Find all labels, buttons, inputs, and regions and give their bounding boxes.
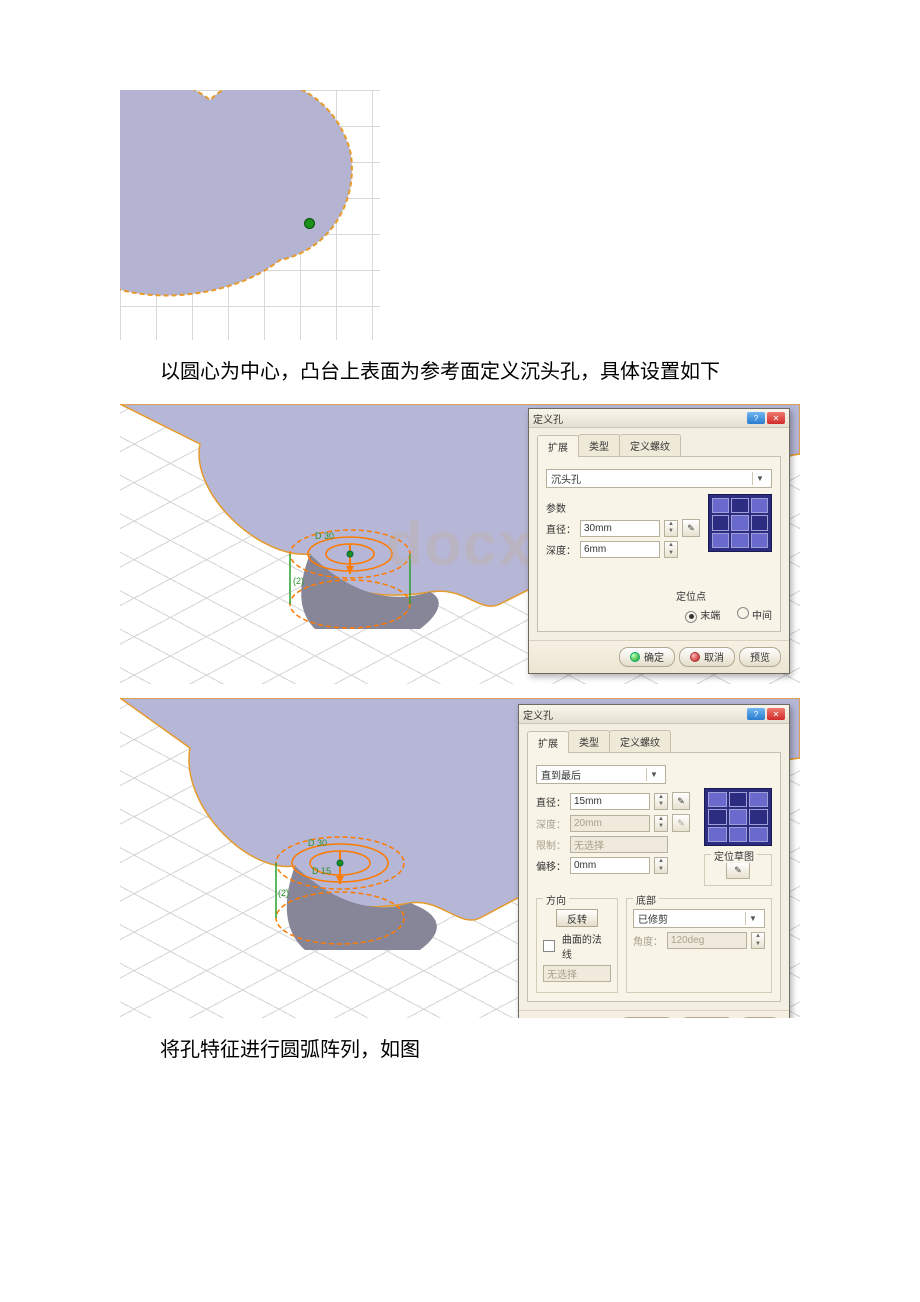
- bottom-group-label: 底部: [633, 892, 659, 907]
- dialog-titlebar[interactable]: 定义孔 ? ✕: [519, 705, 789, 724]
- tab-extension[interactable]: 扩展: [527, 731, 569, 753]
- ok-button[interactable]: 确定: [619, 647, 675, 667]
- chevron-down-icon: ▼: [752, 472, 767, 485]
- diameter-formula-icon[interactable]: ✎: [672, 792, 690, 810]
- tab-type[interactable]: 类型: [578, 434, 620, 456]
- surface-normal-checkbox[interactable]: [543, 940, 555, 952]
- extent-value: 直到最后: [541, 767, 581, 782]
- offset-label: 偏移：: [536, 858, 566, 873]
- tab-thread[interactable]: 定义螺纹: [609, 730, 671, 752]
- svg-text:D 15: D 15: [312, 866, 331, 876]
- preview-button[interactable]: 预览: [739, 1017, 781, 1018]
- anchor-end-radio[interactable]: 末端: [685, 611, 720, 622]
- bottom-value: 已修剪: [638, 911, 668, 926]
- center-point-marker: [304, 218, 315, 229]
- dialog-tabs: 扩展 类型 定义螺纹: [519, 724, 789, 752]
- reverse-button[interactable]: 反转: [556, 909, 598, 927]
- angle-label: 角度：: [633, 933, 663, 948]
- hole-type-dropdown[interactable]: 沉头孔 ▼: [546, 469, 772, 488]
- anchor-group-label: 定位点: [546, 588, 772, 603]
- depth-input[interactable]: 6mm: [580, 541, 660, 558]
- hole-diagram-icon: [704, 788, 772, 846]
- help-button[interactable]: ?: [747, 412, 765, 424]
- diameter-spinner[interactable]: ▲▼: [664, 520, 678, 537]
- instruction-text-1: 以圆心为中心，凸台上表面为参考面定义沉头孔，具体设置如下: [120, 354, 800, 390]
- figure-counterbore-2: D 30 D 15 (2) 定义孔 ? ✕ 扩展 类型 定义螺纹: [120, 698, 800, 1018]
- counterbore-preview: D 30 (2): [275, 514, 425, 634]
- dialog-title: 定义孔: [523, 707, 553, 722]
- anchor-mid-radio[interactable]: 中间: [737, 611, 772, 622]
- chevron-down-icon: ▼: [646, 768, 661, 781]
- angle-input: 120deg: [667, 932, 747, 949]
- ok-button[interactable]: 确定: [619, 1017, 675, 1018]
- dialog-title: 定义孔: [533, 411, 563, 426]
- dialog-tabs: 扩展 类型 定义螺纹: [529, 428, 789, 456]
- depth-formula-icon: ✎: [672, 814, 690, 832]
- define-hole-dialog: 定义孔 ? ✕ 扩展 类型 定义螺纹 直到最后 ▼: [518, 704, 790, 1018]
- limit-label: 限制：: [536, 837, 566, 852]
- counterbore-preview: D 30 D 15 (2): [260, 818, 420, 958]
- direction-selection-field: 无选择: [543, 965, 611, 982]
- svg-text:(2): (2): [293, 576, 304, 586]
- tab-thread[interactable]: 定义螺纹: [619, 434, 681, 456]
- bottom-dropdown[interactable]: 已修剪 ▼: [633, 909, 765, 928]
- close-button[interactable]: ✕: [767, 412, 785, 424]
- chevron-down-icon: ▼: [745, 912, 760, 925]
- figure-counterbore-1: D 30 (2) docx 定义孔 ? ✕ 扩展 类型 定义螺纹: [120, 404, 800, 684]
- preview-button[interactable]: 预览: [739, 647, 781, 667]
- cancel-button[interactable]: 取消: [679, 1017, 735, 1018]
- diameter-label: 直径：: [546, 521, 576, 536]
- help-button[interactable]: ?: [747, 708, 765, 720]
- cancel-button[interactable]: 取消: [679, 647, 735, 667]
- extent-dropdown[interactable]: 直到最后 ▼: [536, 765, 666, 784]
- sketch-group-label: 定位草图: [711, 848, 757, 863]
- offset-input[interactable]: 0mm: [570, 857, 650, 874]
- figure-sketch-top: [120, 90, 380, 340]
- diameter-input[interactable]: 30mm: [580, 520, 660, 537]
- depth-label: 深度：: [536, 816, 566, 831]
- diameter-spinner[interactable]: ▲▼: [654, 793, 668, 810]
- depth-label: 深度：: [546, 542, 576, 557]
- direction-group-label: 方向: [543, 892, 569, 907]
- group-parameters-label: 参数: [546, 500, 700, 515]
- close-button[interactable]: ✕: [767, 708, 785, 720]
- hole-type-value: 沉头孔: [551, 471, 581, 486]
- depth-spinner[interactable]: ▲▼: [664, 541, 678, 558]
- tab-extension[interactable]: 扩展: [537, 435, 579, 457]
- depth-spinner: ▲▼: [654, 815, 668, 832]
- svg-text:D 30: D 30: [315, 531, 334, 541]
- define-hole-dialog: 定义孔 ? ✕ 扩展 类型 定义螺纹 沉头孔 ▼: [528, 408, 790, 674]
- sketch-shape: [120, 90, 360, 310]
- positioning-sketch-button[interactable]: ✎: [726, 861, 750, 879]
- offset-spinner[interactable]: ▲▼: [654, 857, 668, 874]
- limit-input: 无选择: [570, 836, 668, 853]
- hole-diagram-icon: [708, 494, 772, 552]
- diameter-formula-icon[interactable]: ✎: [682, 519, 700, 537]
- diameter-label: 直径：: [536, 794, 566, 809]
- tab-type[interactable]: 类型: [568, 730, 610, 752]
- diameter-input[interactable]: 15mm: [570, 793, 650, 810]
- dialog-titlebar[interactable]: 定义孔 ? ✕: [529, 409, 789, 428]
- angle-spinner: ▲▼: [751, 932, 765, 949]
- instruction-text-2: 将孔特征进行圆弧阵列，如图: [120, 1032, 800, 1068]
- svg-text:(2): (2): [278, 888, 289, 898]
- depth-input: 20mm: [570, 815, 650, 832]
- surface-normal-label: 曲面的法线: [562, 931, 611, 961]
- svg-text:D 30: D 30: [308, 838, 327, 848]
